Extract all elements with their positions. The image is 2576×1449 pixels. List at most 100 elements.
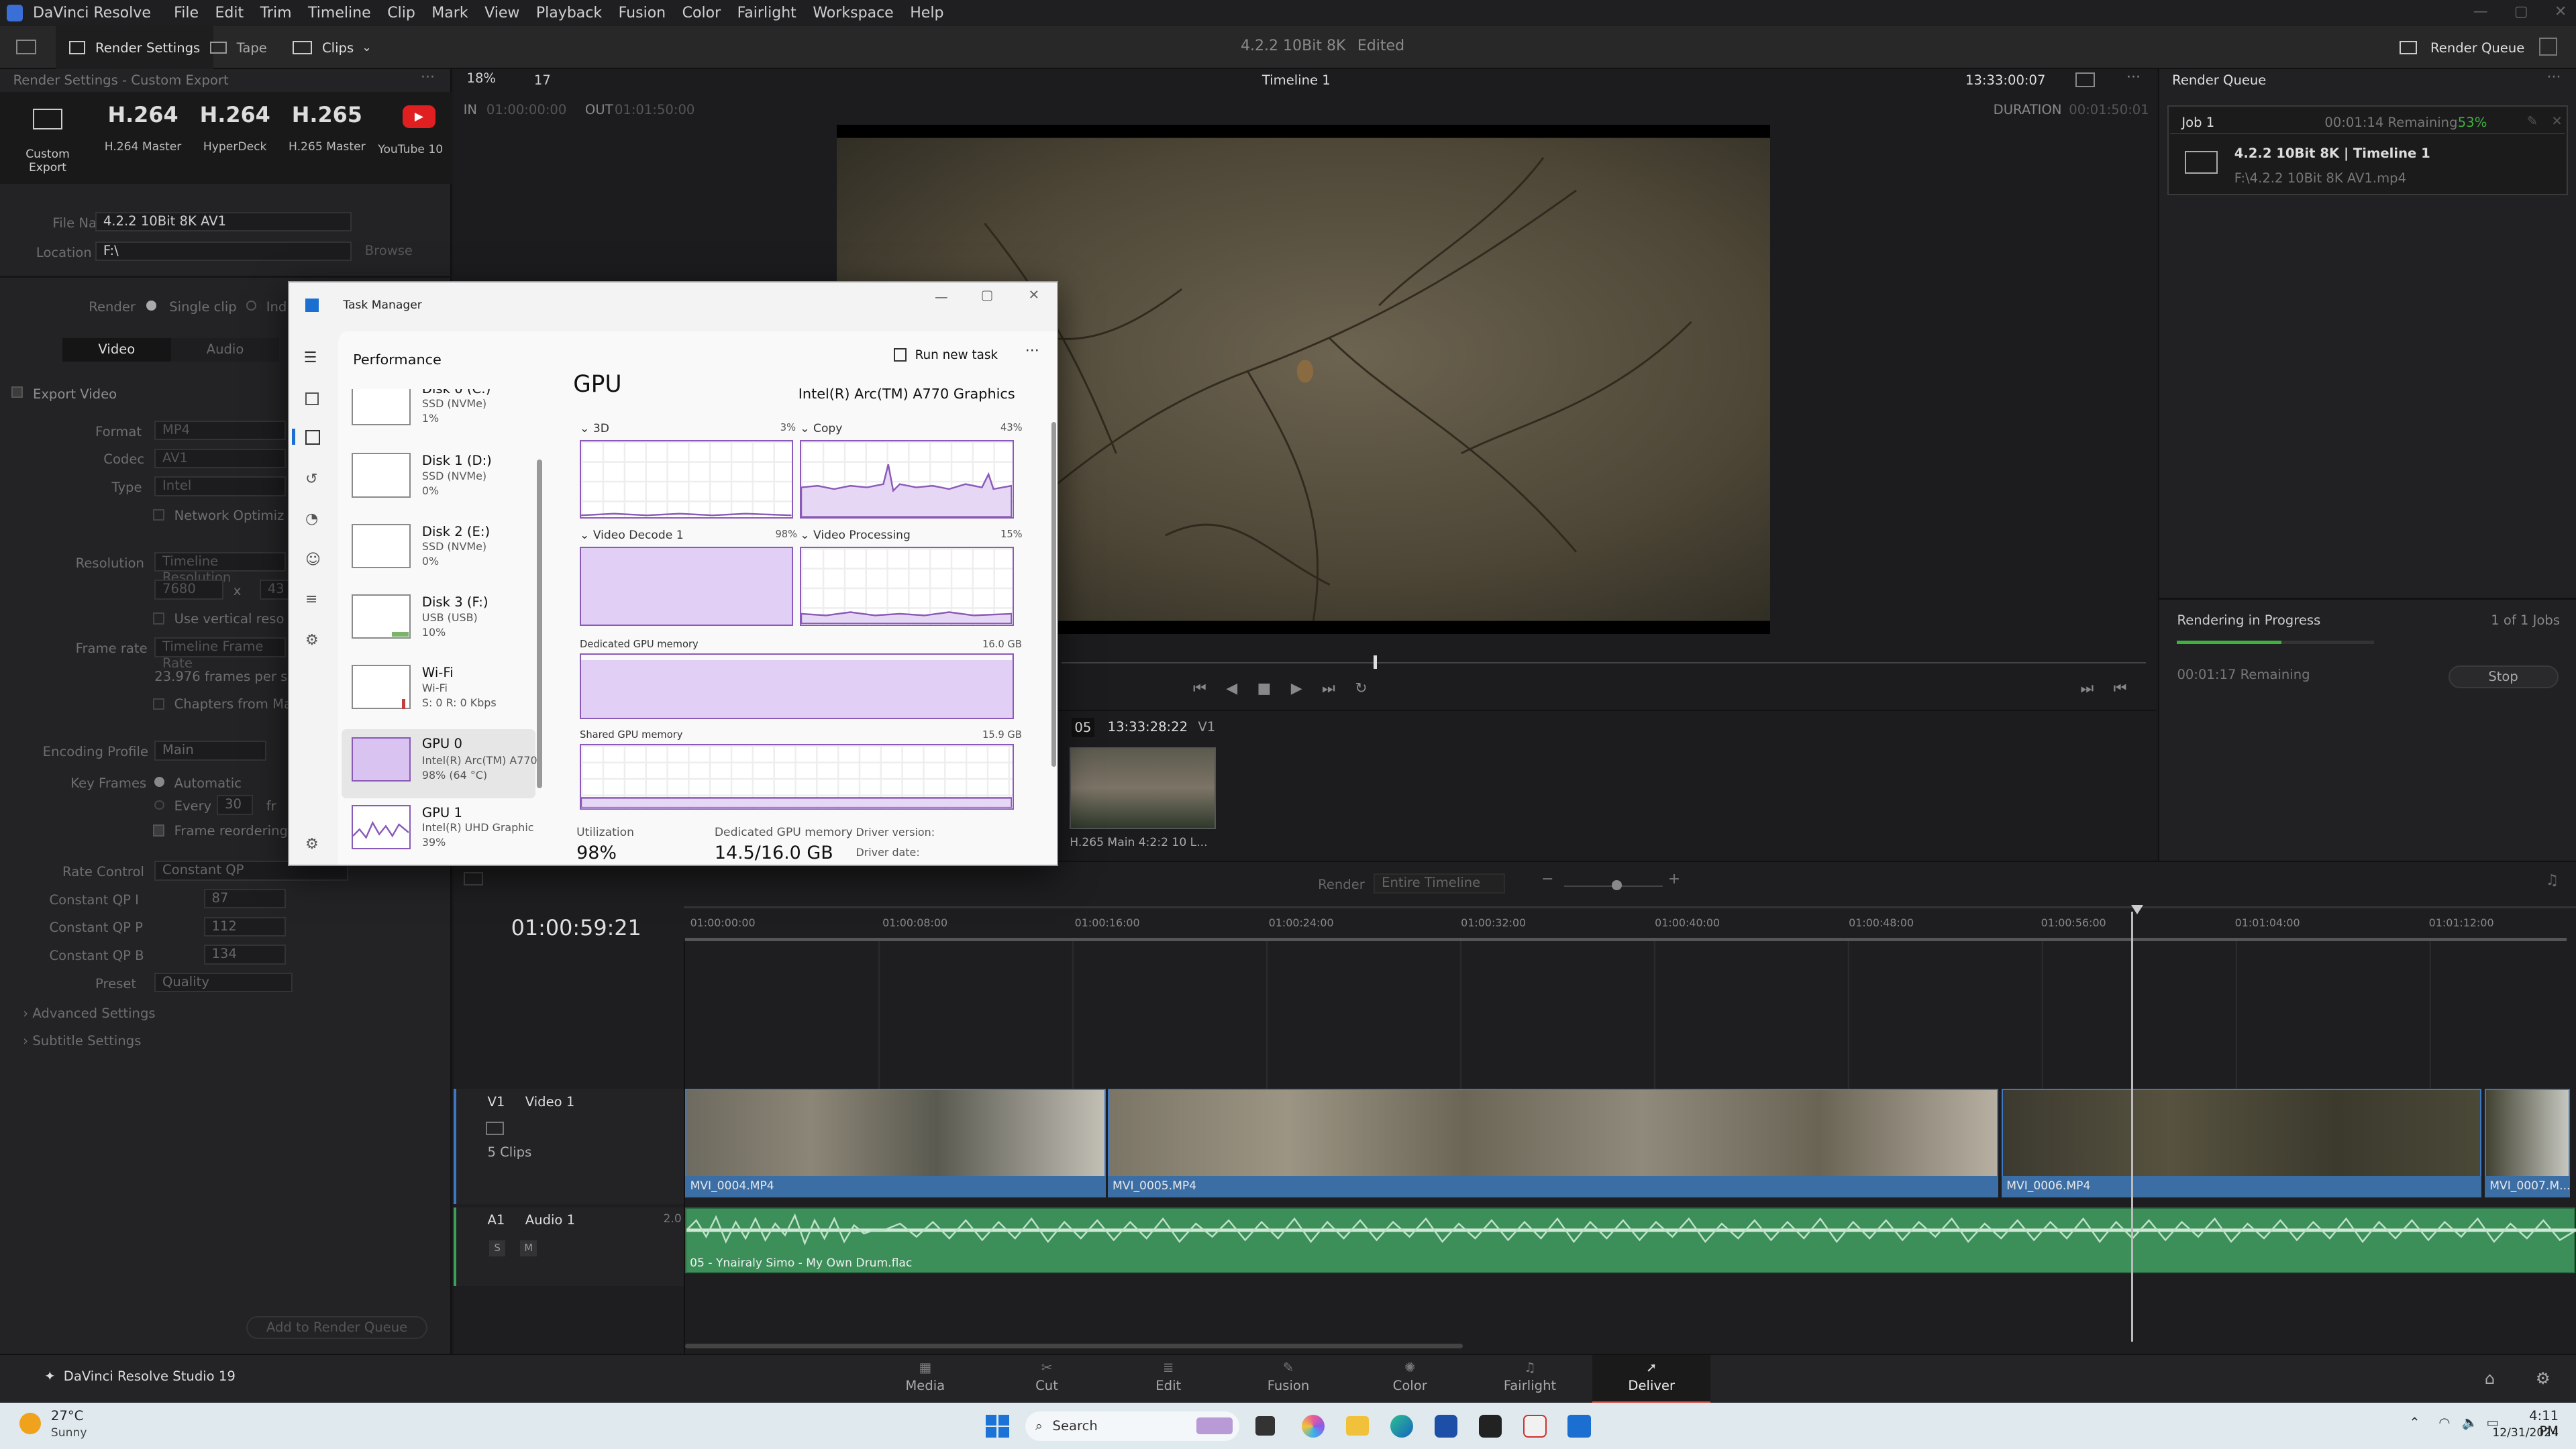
close-icon[interactable]: ✕ [2555, 3, 2567, 20]
remove-job-icon[interactable]: ✕ [2551, 113, 2562, 129]
zoom-in-icon[interactable]: + [1668, 871, 1680, 888]
tm-more-icon[interactable]: ··· [1025, 343, 1039, 360]
weather-sun-icon[interactable] [19, 1413, 42, 1434]
snipping-tool-icon[interactable] [1523, 1414, 1547, 1438]
page-edit[interactable]: ≣ Edit [1135, 1360, 1201, 1393]
individual-clips-radio[interactable] [246, 301, 257, 311]
users-icon[interactable]: ☺ [305, 551, 321, 568]
preset-h265-master[interactable]: H.265 H.265 Master [286, 102, 368, 154]
file-name-input[interactable]: 4.2.2 10Bit 8K AV1 [95, 211, 352, 232]
tm-settings-icon[interactable]: ⚙ [305, 836, 319, 853]
tape-button[interactable]: Tape [210, 26, 267, 69]
reverse-icon[interactable]: ◀ [1226, 680, 1237, 697]
menu-color[interactable]: Color [682, 5, 721, 21]
processes-icon[interactable] [305, 392, 319, 406]
loop-icon[interactable]: ↻ [1355, 680, 1367, 697]
preset-hyperdeck[interactable]: H.264 HyperDeck [194, 102, 276, 154]
monitor-icon[interactable] [16, 39, 36, 54]
app-history-icon[interactable]: ↺ [305, 471, 317, 488]
playhead-handle[interactable] [2131, 904, 2144, 914]
clip-thumbnail[interactable] [1070, 747, 1217, 830]
tm-minimize-icon[interactable]: — [935, 289, 948, 305]
preset-custom-export[interactable]: Custom Export [7, 102, 89, 174]
run-new-task-button[interactable]: Run new task [893, 348, 998, 362]
mute-button[interactable]: M [520, 1240, 537, 1256]
viewer-timeline-name[interactable]: Timeline 1 [1262, 72, 1331, 88]
timeline-options-icon[interactable] [463, 871, 483, 885]
viewer-more-icon[interactable]: ··· [2126, 69, 2141, 86]
export-video-checkbox[interactable] [11, 386, 23, 398]
wifi-icon[interactable]: ◠ [2438, 1415, 2450, 1430]
menu-playback[interactable]: Playback [536, 5, 602, 21]
resolution-height[interactable]: 43 [259, 580, 290, 600]
encoding-profile-select[interactable]: Main [154, 741, 266, 761]
page-cut[interactable]: ✂ Cut [1014, 1360, 1080, 1393]
details-scrollbar[interactable] [1051, 421, 1057, 767]
track-name-v1[interactable]: Video 1 [525, 1094, 575, 1110]
device-item-selected[interactable]: GPU 0 Intel(R) Arc(TM) A770 98% (64 °C) [341, 729, 537, 798]
zoom-select[interactable]: 18% [460, 70, 509, 90]
more-options-icon[interactable]: ··· [421, 69, 435, 86]
qp-b-input[interactable]: 134 [203, 945, 287, 965]
qp-p-input[interactable]: 112 [203, 916, 287, 936]
page-deliver[interactable]: ➚ Deliver [1592, 1354, 1711, 1405]
minimize-icon[interactable]: — [2473, 3, 2488, 20]
zoom-slider-handle[interactable] [1612, 880, 1622, 890]
preset-select[interactable]: Quality [154, 972, 293, 993]
prev-clip-icon[interactable]: ⏮ [2114, 680, 2127, 697]
zoom-out-icon[interactable]: − [1541, 871, 1553, 888]
edit-job-icon[interactable]: ✎ [2527, 113, 2538, 129]
menu-fairlight[interactable]: Fairlight [737, 5, 796, 21]
every-radio[interactable] [154, 800, 164, 810]
settings-gear-icon[interactable]: ⚙ [2536, 1368, 2551, 1388]
track-header-a1[interactable]: A1 Audio 1 2.0 S M [453, 1207, 684, 1287]
preset-h264-master[interactable]: H.264 H.264 Master [102, 102, 184, 154]
task-manager-taskbar-icon[interactable] [1567, 1414, 1591, 1438]
next-clip-icon[interactable]: ⏭ [2080, 680, 2094, 697]
page-fairlight[interactable]: ♫ Fairlight [1489, 1360, 1571, 1393]
resolve-taskbar-icon[interactable] [1479, 1414, 1502, 1438]
stop-icon[interactable]: ■ [1257, 680, 1272, 697]
menu-app-name[interactable]: DaVinci Resolve [33, 5, 151, 21]
graph-vp-label[interactable]: ⌄ Video Processing [800, 529, 911, 542]
menu-help[interactable]: Help [910, 5, 943, 21]
every-frames-input[interactable]: 30 [217, 795, 254, 815]
device-item[interactable]: Wi-Fi Wi-Fi S: 0 R: 0 Kbps [342, 660, 535, 726]
timeline-scrollbar[interactable] [685, 1343, 1463, 1349]
preset-youtube[interactable]: ▶ YouTube 10 [378, 102, 460, 156]
frame-rate-select[interactable]: Timeline Frame Rate [154, 637, 287, 671]
network-opt-checkbox[interactable] [152, 509, 164, 521]
task-view-icon[interactable] [1255, 1416, 1276, 1436]
tm-maximize-icon[interactable]: ▢ [981, 287, 994, 303]
graph-3d-label[interactable]: ⌄ 3D [580, 422, 609, 435]
go-to-end-icon[interactable]: ⏭ [1322, 680, 1335, 697]
type-select[interactable]: Intel [154, 476, 287, 496]
device-item[interactable]: Disk 1 (D:) SSD (NVMe) 0% [342, 448, 535, 514]
solo-button[interactable]: S [488, 1240, 506, 1256]
go-to-start-icon[interactable]: ⏮ [1193, 680, 1206, 697]
resolution-select[interactable]: Timeline Resolution [154, 551, 287, 585]
viewer-playhead[interactable] [1374, 655, 1378, 669]
audio-meter-icon[interactable]: ♫ [2545, 872, 2559, 889]
render-range-select[interactable]: Entire Timeline [1374, 873, 1506, 894]
tray-overflow-icon[interactable]: ⌃ [2409, 1415, 2420, 1430]
advanced-settings-toggle[interactable]: › Advanced Settings [23, 1006, 155, 1021]
page-fusion[interactable]: ✎ Fusion [1255, 1360, 1321, 1393]
device-item[interactable]: GPU 1 Intel(R) UHD Graphic 39% [342, 800, 535, 864]
menu-trim[interactable]: Trim [260, 5, 292, 21]
startup-apps-icon[interactable]: ◔ [305, 511, 318, 527]
start-button[interactable] [986, 1414, 1009, 1438]
menu-fusion[interactable]: Fusion [619, 5, 666, 21]
copilot-icon[interactable] [1301, 1414, 1325, 1438]
device-item[interactable]: Disk 3 (F:) USB (USB) 10% [342, 590, 535, 655]
panel-toggle-icon[interactable] [2538, 38, 2557, 56]
play-icon[interactable]: ▶ [1291, 680, 1302, 697]
hamburger-icon[interactable]: ☰ [304, 350, 317, 366]
taskbar-search[interactable]: ⌕ Search [1025, 1411, 1239, 1441]
maximize-icon[interactable]: ▢ [2514, 3, 2528, 20]
device-item[interactable]: Disk 0 (C:) SSD (NVMe) 1% [342, 388, 535, 441]
codec-select[interactable]: AV1 [154, 448, 287, 468]
device-item[interactable]: Disk 2 (E:) SSD (NVMe) 0% [342, 519, 535, 584]
render-settings-button[interactable]: Render Settings [56, 26, 213, 69]
weather-temp[interactable]: 27°C [51, 1408, 83, 1424]
